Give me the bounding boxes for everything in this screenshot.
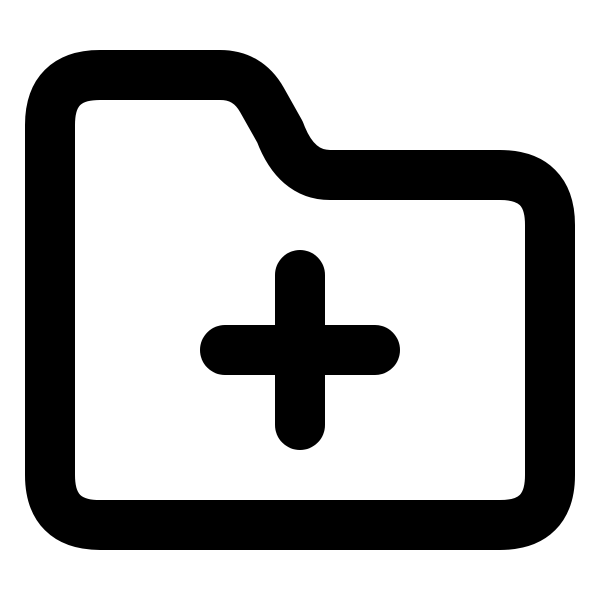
folder-plus-icon <box>25 50 575 550</box>
icon-canvas <box>0 0 600 600</box>
